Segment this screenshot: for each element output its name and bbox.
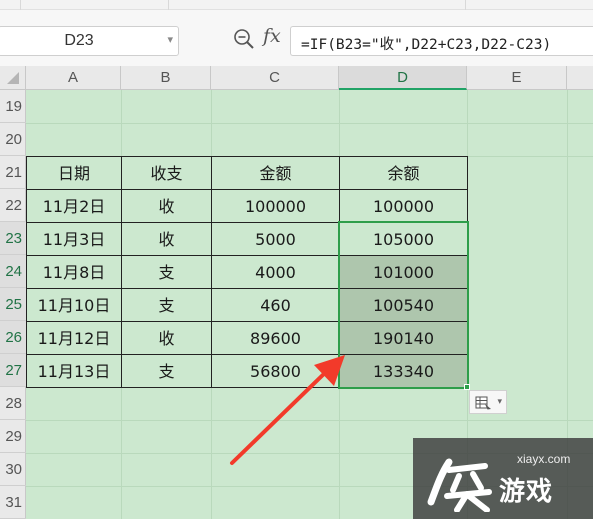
table-cell[interactable]: 100000 (212, 190, 339, 223)
table-cell[interactable]: 收 (122, 223, 211, 256)
row-header-19[interactable]: 19 (0, 90, 26, 123)
row-header-27[interactable]: 27 (0, 354, 26, 387)
row-header-29[interactable]: 29 (0, 420, 26, 453)
row-header-bar: 19 20 21 22 23 24 25 26 27 28 29 30 31 (0, 90, 26, 519)
row-header-20[interactable]: 20 (0, 123, 26, 156)
table-cell[interactable]: 460 (212, 289, 339, 322)
row-header-23[interactable]: 23 (0, 222, 26, 255)
watermark: xiayx.com 游戏 (413, 438, 593, 519)
column-header-e[interactable]: E (467, 66, 567, 90)
name-box-value: D23 (64, 32, 94, 49)
table-header-type[interactable]: 收支 (122, 157, 211, 190)
table-cell[interactable]: 11月10日 (27, 289, 121, 322)
fill-options-icon (475, 396, 491, 410)
zoom-icon[interactable] (233, 28, 255, 50)
fill-options-button[interactable]: ▾ (469, 390, 507, 414)
row-header-31[interactable]: 31 (0, 486, 26, 519)
table-cell[interactable]: 89600 (212, 322, 339, 355)
table-cell[interactable]: 56800 (212, 355, 339, 388)
name-box[interactable]: D23 ▾ (0, 26, 179, 56)
gridline (26, 123, 593, 124)
chevron-down-icon[interactable]: ▾ (167, 33, 173, 46)
fx-icon[interactable]: fx (263, 25, 281, 47)
row-header-28[interactable]: 28 (0, 387, 26, 420)
column-header-c[interactable]: C (211, 66, 339, 90)
select-all-corner[interactable] (0, 66, 26, 90)
table-cell[interactable]: 11月13日 (27, 355, 121, 388)
top-toolbar-strip (0, 0, 593, 10)
table-cell[interactable]: 支 (122, 289, 211, 322)
row-header-24[interactable]: 24 (0, 255, 26, 288)
row-header-21[interactable]: 21 (0, 156, 26, 189)
table-header-balance[interactable]: 余额 (340, 157, 467, 190)
watermark-url: xiayx.com (517, 452, 571, 466)
table-cell[interactable]: 收 (122, 322, 211, 355)
divider (168, 0, 169, 10)
divider (465, 0, 466, 10)
table-cell[interactable]: 11月12日 (27, 322, 121, 355)
table-header-date[interactable]: 日期 (27, 157, 121, 190)
chevron-down-icon: ▾ (497, 396, 502, 406)
table-cell[interactable]: 支 (122, 256, 211, 289)
table-cell[interactable]: 支 (122, 355, 211, 388)
table-cell[interactable]: 11月8日 (27, 256, 121, 289)
formula-text: =IF(B23="收",D22+C23,D22-C23) (301, 37, 552, 53)
row-header-25[interactable]: 25 (0, 288, 26, 321)
gridline (26, 420, 593, 421)
watermark-name: 游戏 (499, 476, 554, 506)
select-all-icon (7, 72, 19, 84)
table-cell[interactable]: 11月2日 (27, 190, 121, 223)
table-header-amount[interactable]: 金额 (212, 157, 339, 190)
row-header-30[interactable]: 30 (0, 453, 26, 486)
column-header-a[interactable]: A (26, 66, 121, 90)
table-cell[interactable]: 4000 (212, 256, 339, 289)
divider (20, 0, 21, 10)
column-header-bar: A B C D E (0, 66, 593, 90)
formula-input[interactable]: =IF(B23="收",D22+C23,D22-C23) (290, 26, 593, 56)
table-cell[interactable]: 收 (122, 190, 211, 223)
selection-range-border (338, 221, 469, 389)
row-header-26[interactable]: 26 (0, 321, 26, 354)
formula-bar-row: D23 ▾ fx =IF(B23="收",D22+C23,D22-C23) (0, 10, 593, 66)
column-header-d[interactable]: D (339, 66, 467, 90)
table-cell[interactable]: 5000 (212, 223, 339, 256)
table-cell[interactable]: 11月3日 (27, 223, 121, 256)
row-header-22[interactable]: 22 (0, 189, 26, 222)
table-cell[interactable]: 100000 (340, 190, 467, 223)
site-logo-icon (427, 458, 492, 512)
column-header-b[interactable]: B (121, 66, 211, 90)
